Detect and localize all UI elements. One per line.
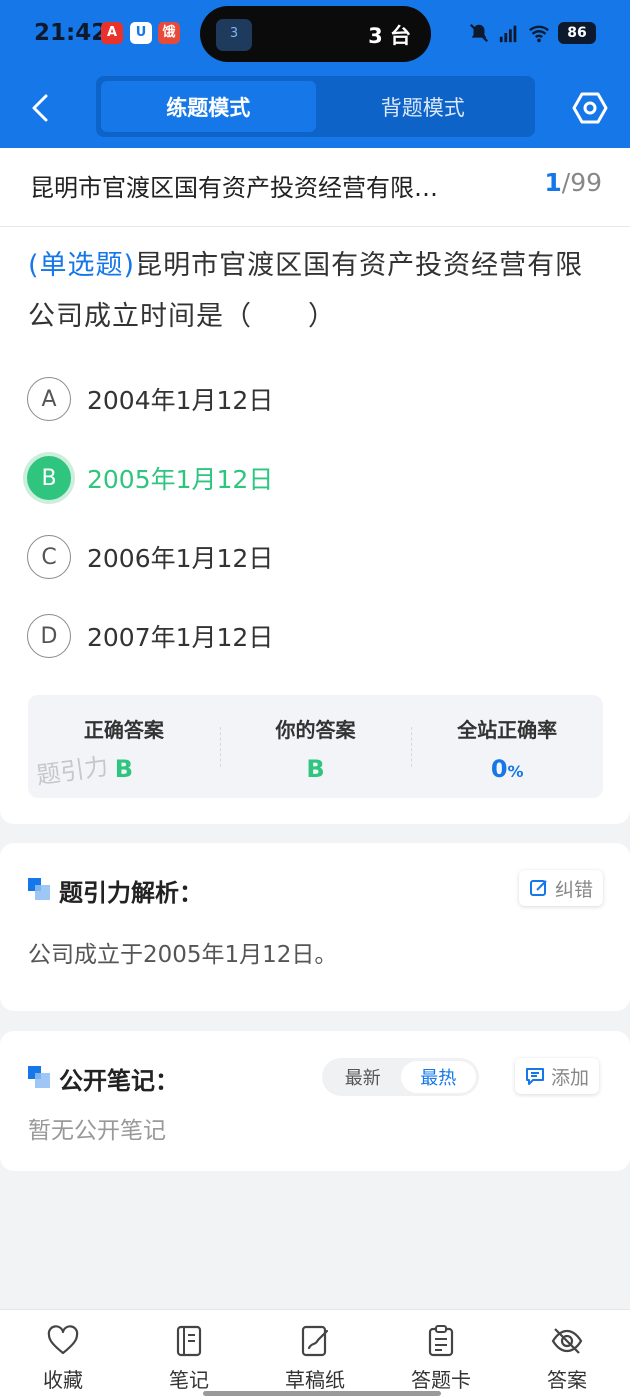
- edit-icon: [530, 880, 547, 896]
- option-letter: B: [27, 456, 71, 500]
- dynamic-island[interactable]: 3 3 台: [200, 6, 431, 62]
- total-questions: /99: [561, 168, 602, 197]
- option-text: 2004年1月12日: [87, 386, 274, 415]
- stat-value: 0%: [411, 755, 603, 783]
- nav-label: 答案: [547, 1368, 587, 1392]
- option-letter: A: [27, 377, 71, 421]
- option-letter: C: [27, 535, 71, 579]
- watermark: 题引力: [34, 752, 110, 790]
- stat-value: B: [306, 755, 325, 783]
- signal-icon: [499, 25, 517, 43]
- question-counter[interactable]: 1/99: [544, 168, 602, 197]
- analysis-card: 题引力解析： 纠错 公司成立于2005年1月12日。: [0, 843, 630, 1011]
- comment-icon: [526, 1068, 544, 1085]
- notification-app-icon: 饿: [158, 22, 180, 44]
- section-icon: [28, 1066, 50, 1088]
- notes-button[interactable]: 笔记: [126, 1310, 252, 1400]
- sort-hottest[interactable]: 最热: [400, 1061, 476, 1093]
- bottom-toolbar: 收藏 笔记 草稿纸 答题卡 答案: [0, 1309, 630, 1400]
- analysis-title: 题引力解析：: [59, 879, 203, 907]
- question-type: (单选题): [28, 250, 136, 281]
- question-stem: (单选题)昆明市官渡区国有资产投资经营有限公司成立时间是（ ）: [28, 240, 608, 342]
- draft-paper-icon: [301, 1325, 329, 1357]
- option-text: 2005年1月12日: [87, 465, 274, 494]
- question-bank-title: 昆明市官渡区国有资产投资经营有限…: [30, 174, 438, 202]
- nav-label: 笔记: [169, 1368, 209, 1392]
- stat-label: 全站正确率: [457, 718, 558, 742]
- rate-unit: %: [507, 762, 524, 781]
- option-b[interactable]: B 2005年1月12日: [27, 455, 273, 501]
- notes-sort-toggle: 最新 最热: [322, 1058, 479, 1096]
- answer-sheet-button[interactable]: 答题卡: [378, 1310, 504, 1400]
- stat-label: 你的答案: [275, 718, 356, 742]
- answer-sheet-icon: [428, 1325, 454, 1357]
- public-notes-card: 公开笔记： 最新 最热 添加 暂无公开笔记: [0, 1031, 630, 1171]
- option-d[interactable]: D 2007年1月12日: [27, 613, 273, 659]
- nav-label: 收藏: [43, 1368, 83, 1392]
- add-note-label: 添加: [551, 1066, 590, 1089]
- stat-correct-rate: 全站正确率 0%: [411, 695, 603, 798]
- current-question-number: 1: [544, 168, 562, 197]
- stat-your-answer: 你的答案 B: [219, 695, 412, 798]
- eye-off-icon: [551, 1328, 583, 1354]
- status-bar: 21:42 A U 饿 3 3 台 86: [0, 0, 630, 68]
- section-icon: [28, 878, 50, 900]
- broadcast-icon: 3: [216, 19, 252, 51]
- wifi-icon: [529, 25, 549, 43]
- app-header: 21:42 A U 饿 3 3 台 86 练题模式 背题模式: [0, 0, 630, 148]
- option-c[interactable]: C 2006年1月12日: [27, 534, 273, 580]
- nav-label: 草稿纸: [285, 1368, 345, 1392]
- analysis-text: 公司成立于2005年1月12日。: [28, 942, 338, 968]
- option-letter: D: [27, 614, 71, 658]
- option-text: 2006年1月12日: [87, 544, 274, 573]
- mode-tabs: 练题模式 背题模式: [96, 76, 535, 137]
- settings-icon[interactable]: [572, 90, 608, 126]
- notebook-icon: [176, 1325, 202, 1357]
- rate-number: 0: [490, 755, 508, 783]
- draft-paper-button[interactable]: 草稿纸: [252, 1310, 378, 1400]
- nav-label: 答题卡: [411, 1368, 471, 1392]
- notes-title: 公开笔记：: [59, 1067, 179, 1095]
- notification-app-icon: A: [101, 22, 123, 44]
- tab-practice-mode[interactable]: 练题模式: [101, 81, 316, 132]
- option-a[interactable]: A 2004年1月12日: [27, 376, 273, 422]
- report-error-label: 纠错: [555, 878, 594, 901]
- question-panel: 昆明市官渡区国有资产投资经营有限… 1/99 (单选题)昆明市官渡区国有资产投资…: [0, 148, 630, 824]
- home-indicator[interactable]: [203, 1391, 441, 1396]
- question-header: 昆明市官渡区国有资产投资经营有限… 1/99: [0, 148, 630, 227]
- add-note-button[interactable]: 添加: [515, 1058, 600, 1094]
- show-answer-button[interactable]: 答案: [504, 1310, 630, 1400]
- notification-app-icon: U: [130, 22, 152, 44]
- status-time: 21:42: [34, 20, 108, 46]
- stat-label: 正确答案: [83, 718, 164, 742]
- empty-notes-text: 暂无公开笔记: [28, 1118, 166, 1144]
- island-text: 3 台: [368, 24, 411, 48]
- bell-off-icon: [469, 23, 489, 43]
- battery-indicator: 86: [558, 22, 596, 44]
- status-indicators: 86: [468, 22, 596, 44]
- tab-memorize-mode[interactable]: 背题模式: [316, 81, 531, 132]
- option-text: 2007年1月12日: [87, 623, 274, 652]
- sort-latest[interactable]: 最新: [325, 1061, 401, 1093]
- back-icon[interactable]: [26, 88, 56, 128]
- favorite-button[interactable]: 收藏: [0, 1310, 126, 1400]
- heart-icon: [47, 1325, 79, 1355]
- answer-stats: 正确答案 B 题引力 你的答案 B 全站正确率 0%: [28, 695, 603, 798]
- stat-correct-answer: 正确答案 B 题引力: [28, 695, 220, 798]
- report-error-button[interactable]: 纠错: [519, 870, 604, 906]
